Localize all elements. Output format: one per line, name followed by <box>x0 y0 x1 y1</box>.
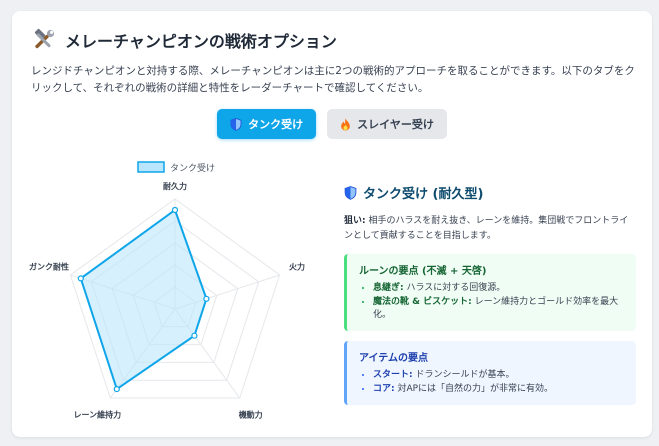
axis-label: 火力 <box>289 261 305 271</box>
axis-label: レーン維持力 <box>73 410 121 420</box>
detail-panel: タンク受け (耐久型) 狙い: 相手のハラスを耐え抜き、レーンを維持。集団戦でフ… <box>344 183 636 405</box>
data-point <box>171 206 179 214</box>
radar-chart: 耐久力火力機動力 レーン維持力 ガンク耐性 タンク受け <box>29 161 305 420</box>
rune-list: 息継ぎ: ハラスに対する回復源。 魔法の靴 & ビスケット: レーン維持力とゴー… <box>359 282 626 322</box>
aim-text: 狙い: 相手のハラスを耐え抜き、レーンを維持。集団戦でフロントラインとして貢献す… <box>344 214 636 244</box>
axis-label: ガンク耐性 <box>29 261 69 271</box>
intro-text: レンジドチャンピオンと対持する際、メレーチャンピオンは主に2つの戦術的アプローチ… <box>31 65 635 94</box>
tab-tank-label: タンク受け <box>248 118 304 131</box>
flame-icon <box>341 118 350 130</box>
list-item: コア: 対APには「自然の力」が非常に有効。 <box>373 383 626 396</box>
legend-label: タンク受け <box>170 162 215 174</box>
item-label: 魔法の靴 & ビスケット: <box>373 297 472 307</box>
shield-icon <box>230 117 242 131</box>
tab-slayer-label: スレイヤー受け <box>357 118 434 131</box>
item-box: アイテムの要点 スタート: ドランシールドが基本。 コア: 対APには「自然の力… <box>344 341 636 405</box>
legend-swatch <box>137 161 165 173</box>
tab-tank[interactable]: タンク受け <box>217 109 317 139</box>
list-item: 息継ぎ: ハラスに対する回復源。 <box>373 282 626 295</box>
item-label: コア: <box>373 384 395 394</box>
tab-bar: タンク受け スレイヤー受け <box>12 109 652 139</box>
aim-body: 相手のハラスを耐え抜き、レーンを維持。集団戦でフロントラインとして貢献することを… <box>344 216 629 241</box>
page-title: メレーチャンピオンの戦術オプション <box>65 32 337 51</box>
data-point <box>191 332 198 339</box>
tab-slayer[interactable]: スレイヤー受け <box>327 109 447 139</box>
item-list: スタート: ドランシールドが基本。 コア: 対APには「自然の力」が非常に有効。 <box>359 369 626 396</box>
hammer-wrench-icon <box>34 28 55 49</box>
axis-label: 機動力 <box>239 410 263 420</box>
shield-icon <box>344 185 357 200</box>
list-item: 魔法の靴 & ビスケット: レーン維持力とゴールド効率を最大化。 <box>373 296 626 322</box>
title-row: メレーチャンピオンの戦術オプション <box>31 27 337 53</box>
rune-box: ルーンの要点 (不滅 + 天啓) 息継ぎ: ハラスに対する回復源。 魔法の靴 &… <box>344 254 636 331</box>
item-box-title: アイテムの要点 <box>359 353 428 364</box>
axis-label: 耐久力 <box>163 181 187 191</box>
aim-label: 狙い: <box>344 216 366 226</box>
main-card: メレーチャンピオンの戦術オプション レンジドチャンピオンと対持する際、メレーチャ… <box>12 11 652 437</box>
data-point <box>77 275 84 282</box>
item-label: 息継ぎ: <box>373 283 404 293</box>
item-text: ハラスに対する回復源。 <box>403 283 506 293</box>
data-point <box>203 295 210 302</box>
detail-title-text: タンク受け (耐久型) <box>363 187 484 202</box>
detail-title: タンク受け (耐久型) <box>344 183 636 202</box>
item-text: 対APには「自然の力」が非常に有効。 <box>394 384 554 394</box>
item-text: ドランシールドが基本。 <box>412 370 515 380</box>
item-label: スタート: <box>373 370 413 380</box>
data-point <box>113 386 120 393</box>
list-item: スタート: ドランシールドが基本。 <box>373 369 626 382</box>
rune-box-title: ルーンの要点 (不滅 + 天啓) <box>359 266 487 277</box>
